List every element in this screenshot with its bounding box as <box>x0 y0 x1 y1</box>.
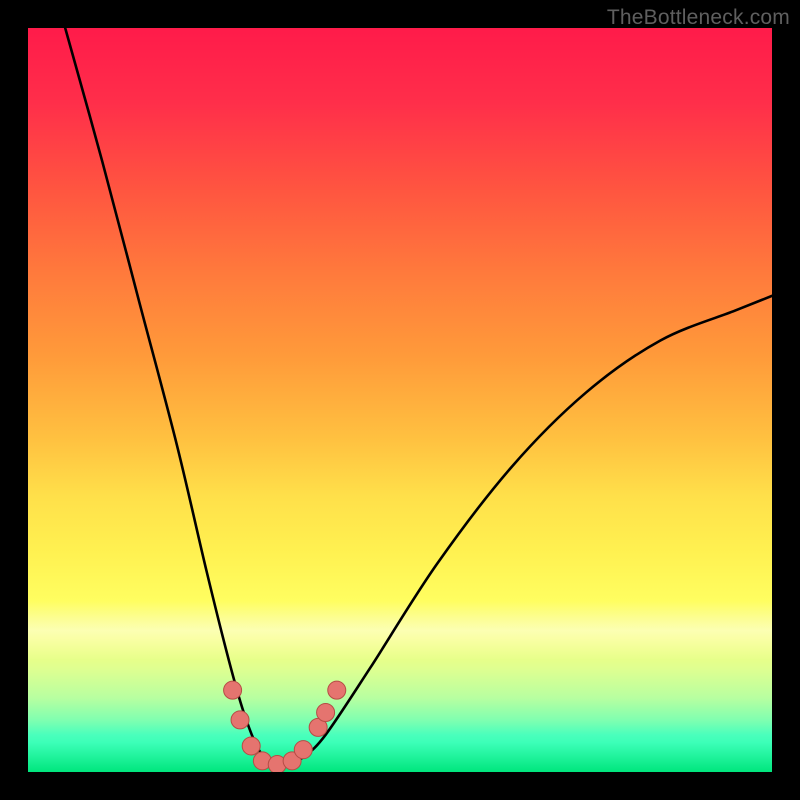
chart-frame: TheBottleneck.com <box>0 0 800 800</box>
plot-area <box>28 28 772 772</box>
data-marker <box>317 703 335 721</box>
watermark-text: TheBottleneck.com <box>607 6 790 30</box>
data-marker <box>242 737 260 755</box>
curve-layer <box>28 28 772 772</box>
data-marker <box>294 741 312 759</box>
data-marker <box>231 711 249 729</box>
bottleneck-curve <box>65 28 772 766</box>
data-marker <box>224 681 242 699</box>
data-marker <box>328 681 346 699</box>
marker-group <box>224 681 346 772</box>
